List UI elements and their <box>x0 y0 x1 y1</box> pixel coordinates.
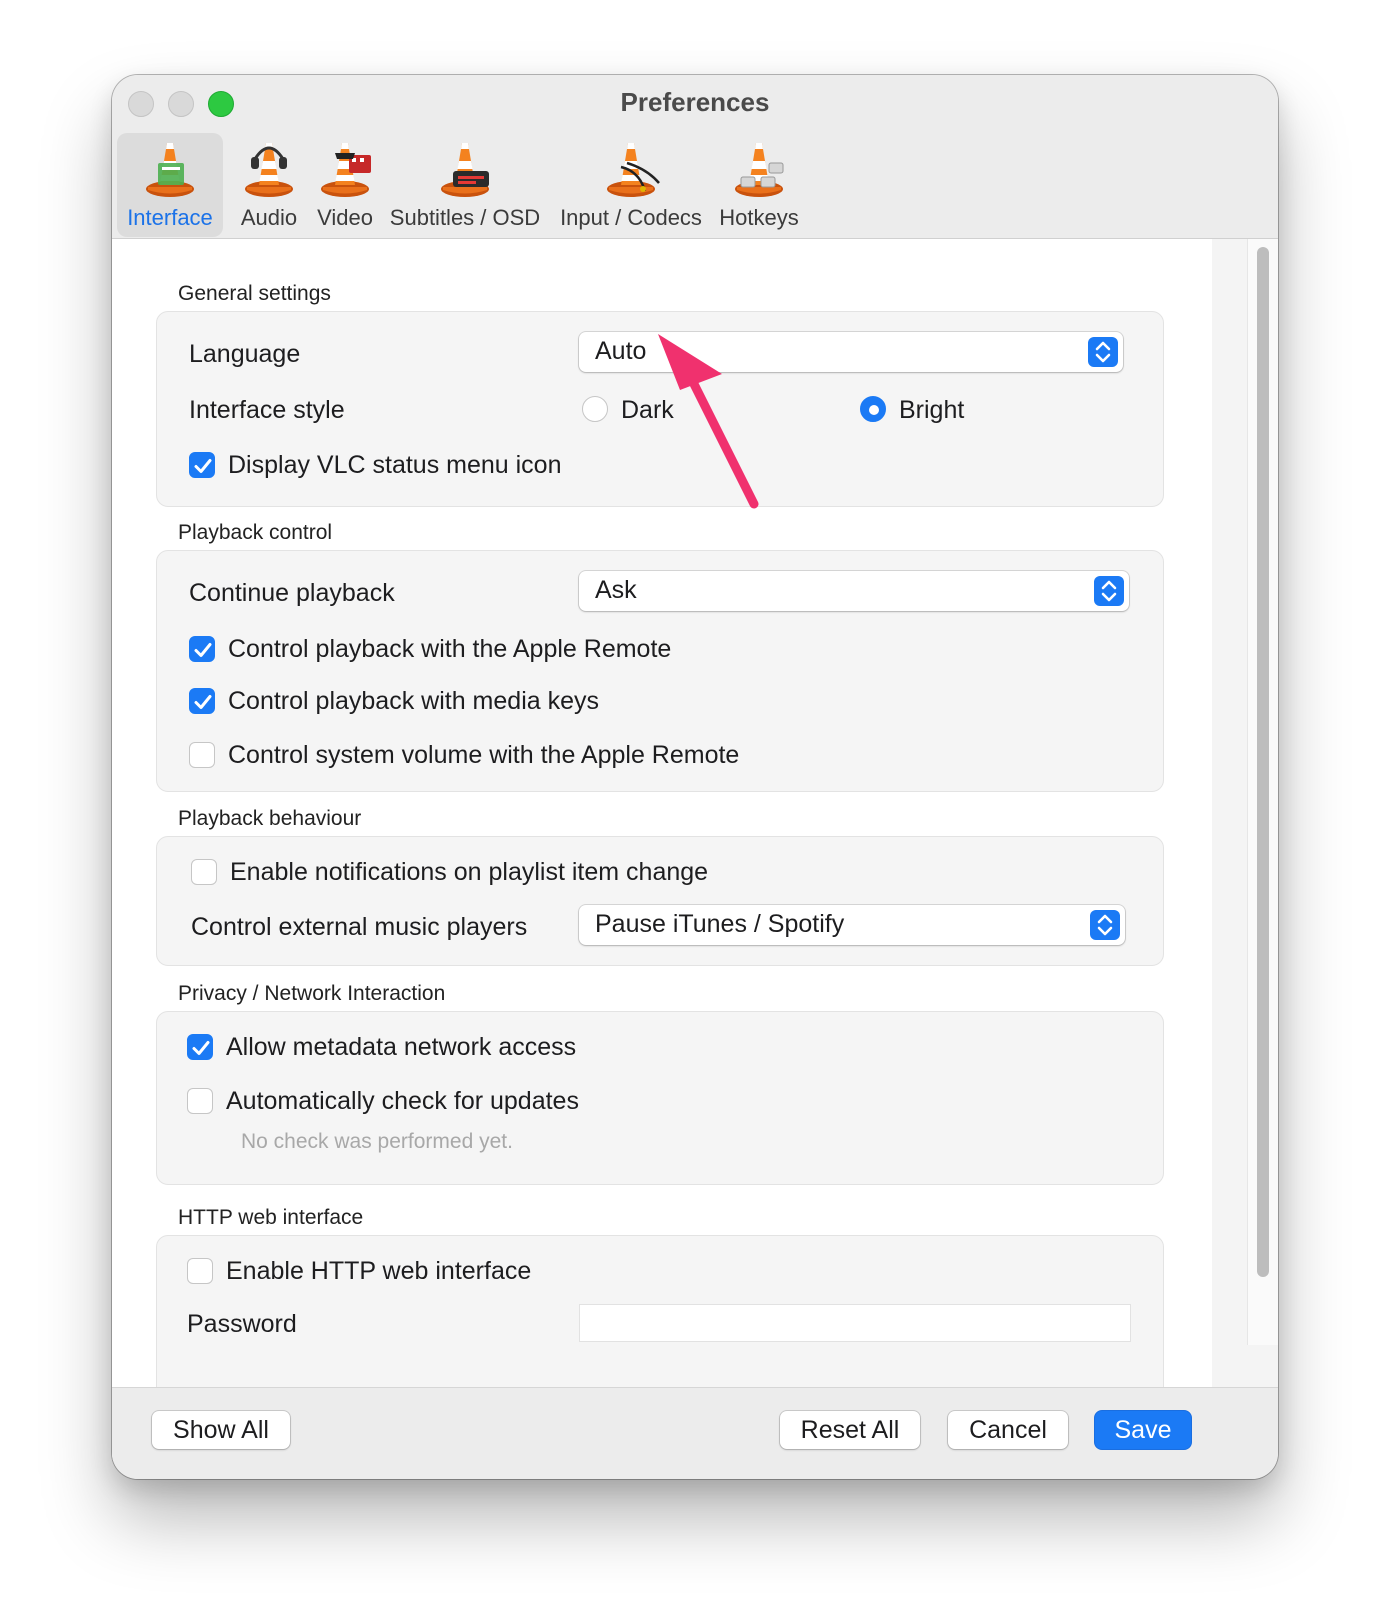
checkmark-icon <box>190 453 216 479</box>
tab-label: Hotkeys <box>719 205 799 230</box>
section-title-general: General settings <box>178 282 331 305</box>
system-volume-checkbox[interactable] <box>189 742 215 768</box>
chevron-updown-icon <box>1090 910 1120 940</box>
style-dark-radio[interactable] <box>582 396 608 422</box>
vlc-cone-input-icon <box>599 137 660 201</box>
password-label: Password <box>187 1310 297 1338</box>
updates-status-note: No check was performed yet. <box>241 1130 513 1153</box>
metadata-access-checkbox[interactable] <box>187 1034 213 1060</box>
tab-label: Video <box>317 205 373 230</box>
annotation-arrow-icon <box>658 334 759 509</box>
external-players-popup[interactable]: Pause iTunes / Spotify <box>579 905 1125 945</box>
group-playback-behaviour: Enable notifications on playlist item ch… <box>156 836 1164 966</box>
tab-label: Input / Codecs <box>560 205 702 230</box>
external-players-label: Control external music players <box>191 913 528 941</box>
apple-remote-checkbox[interactable] <box>189 636 215 662</box>
apple-remote-label: Control playback with the Apple Remote <box>228 635 672 663</box>
check-updates-label: Automatically check for updates <box>226 1087 579 1115</box>
style-bright-label: Bright <box>899 396 965 424</box>
window-title: Preferences <box>620 87 770 117</box>
preferences-window: Preferences Interface Audio Video Subtit… <box>112 75 1278 1479</box>
password-field[interactable] <box>579 1304 1131 1342</box>
checkmark-icon <box>190 637 216 663</box>
style-bright-radio[interactable] <box>860 396 886 422</box>
tab-audio[interactable]: Audio <box>223 133 315 237</box>
language-label: Language <box>189 340 301 368</box>
notifications-label: Enable notifications on playlist item ch… <box>230 858 709 886</box>
chevron-updown-icon <box>1094 576 1124 606</box>
save-button[interactable]: Save <box>1095 1411 1191 1449</box>
vertical-scrollbar[interactable] <box>1247 239 1278 1345</box>
metadata-access-label: Allow metadata network access <box>226 1033 577 1061</box>
button-bar: Show All Reset All Cancel Save <box>112 1387 1278 1479</box>
cancel-button[interactable]: Cancel <box>948 1411 1068 1449</box>
http-enable-label: Enable HTTP web interface <box>226 1257 532 1285</box>
continue-playback-value: Ask <box>595 576 637 604</box>
notifications-checkbox[interactable] <box>191 859 217 885</box>
continue-playback-popup[interactable]: Ask <box>579 571 1129 611</box>
section-title-privacy: Privacy / Network Interaction <box>178 982 446 1005</box>
status-icon-label: Display VLC status menu icon <box>228 451 562 479</box>
tab-label: Subtitles / OSD <box>389 205 541 230</box>
toolbar: Preferences Interface Audio Video Subtit… <box>112 75 1278 239</box>
status-icon-checkbox[interactable] <box>189 452 215 478</box>
http-enable-checkbox[interactable] <box>187 1258 213 1284</box>
reset-all-button[interactable]: Reset All <box>780 1411 920 1449</box>
vlc-cone-hotkeys-icon <box>727 137 784 201</box>
section-title-playback-control: Playback control <box>178 521 333 544</box>
vlc-cone-subtitles-icon <box>433 137 489 201</box>
show-all-button[interactable]: Show All <box>152 1411 290 1449</box>
interface-style-label: Interface style <box>189 396 345 424</box>
system-volume-label: Control system volume with the Apple Rem… <box>228 741 740 769</box>
chevron-updown-icon <box>1088 337 1118 367</box>
vlc-cone-audio-icon <box>237 137 301 201</box>
tab-label: Interface <box>127 205 213 230</box>
section-title-playback-behaviour: Playback behaviour <box>178 807 362 830</box>
preferences-content: General settings Language Auto Interface… <box>112 239 1212 1462</box>
media-keys-label: Control playback with media keys <box>228 687 599 715</box>
tab-subtitles-osd[interactable]: Subtitles / OSD <box>385 133 545 237</box>
checkmark-icon <box>190 689 216 715</box>
section-title-http: HTTP web interface <box>178 1206 364 1229</box>
tab-label: Audio <box>240 205 298 230</box>
check-updates-checkbox[interactable] <box>187 1088 213 1114</box>
media-keys-checkbox[interactable] <box>189 688 215 714</box>
language-value: Auto <box>595 337 647 365</box>
group-playback-control: Continue playback Ask Control playback w… <box>156 550 1164 792</box>
tab-input-codecs[interactable]: Input / Codecs <box>551 133 711 237</box>
external-players-value: Pause iTunes / Spotify <box>595 910 845 938</box>
tab-video[interactable]: Video <box>305 133 385 237</box>
group-privacy: Allow metadata network access Automatica… <box>156 1011 1164 1185</box>
vlc-cone-video-icon <box>313 137 371 201</box>
tab-hotkeys[interactable]: Hotkeys <box>713 133 805 237</box>
vlc-cone-interface-icon <box>138 137 202 201</box>
tab-interface[interactable]: Interface <box>117 133 223 237</box>
scrollbar-thumb[interactable] <box>1257 247 1269 1277</box>
continue-playback-label: Continue playback <box>189 579 395 607</box>
checkmark-icon <box>188 1035 214 1061</box>
